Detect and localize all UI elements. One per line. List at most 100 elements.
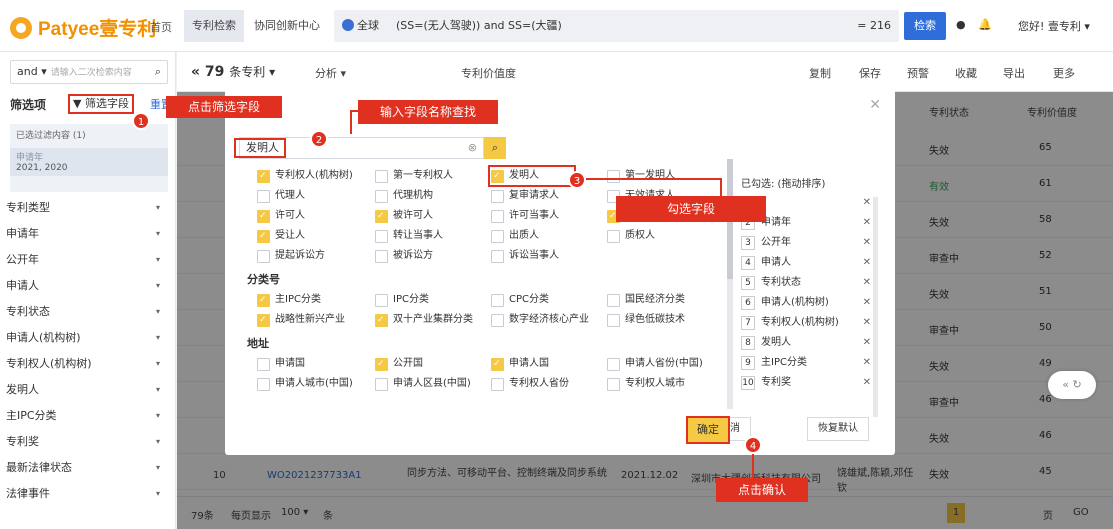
copy-button[interactable]: 复制 bbox=[809, 65, 831, 81]
reset-default-button[interactable]: 恢复默认 bbox=[807, 417, 869, 441]
filter-item[interactable]: 专利状态 ▾ bbox=[0, 299, 172, 325]
selected-scrollbar[interactable] bbox=[873, 197, 878, 417]
bell-icon[interactable]: 🔔 bbox=[978, 18, 992, 32]
field-checkbox[interactable]: 申请人国 bbox=[491, 355, 549, 373]
remove-icon[interactable]: ✕ bbox=[863, 253, 871, 273]
selected-field[interactable]: 10 专利奖 ✕ bbox=[741, 373, 871, 393]
filter-tag[interactable]: 申请年 2021, 2020 bbox=[10, 148, 168, 176]
field-checkbox[interactable]: 第一专利权人 bbox=[375, 167, 453, 185]
field-checkbox[interactable]: CPC分类 bbox=[491, 291, 549, 309]
field-checkbox[interactable]: 诉讼当事人 bbox=[491, 247, 559, 265]
selected-field[interactable]: 7 专利权人(机构树) ✕ bbox=[741, 313, 871, 333]
field-checkbox[interactable]: 提起诉讼方 bbox=[257, 247, 325, 265]
field-checkbox[interactable]: 战略性新兴产业 bbox=[257, 311, 345, 329]
filter-item[interactable]: 公开年 ▾ bbox=[0, 247, 172, 273]
more-button[interactable]: 更多 bbox=[1053, 65, 1075, 81]
field-checkbox[interactable]: 申请人省份(中国) bbox=[607, 355, 703, 373]
field-checkbox[interactable]: 申请人城市(中国) bbox=[257, 375, 353, 393]
tab-patent-search[interactable]: 专利检索 bbox=[184, 10, 244, 42]
callout-2: 输入字段名称查找 bbox=[358, 100, 498, 124]
field-checkbox[interactable]: 出质人 bbox=[491, 227, 539, 245]
selected-field[interactable]: 6 申请人(机构树) ✕ bbox=[741, 293, 871, 313]
filter-item[interactable]: 专利奖 ▾ bbox=[0, 429, 172, 455]
field-checkbox[interactable]: 受让人 bbox=[257, 227, 305, 245]
field-checkbox[interactable]: 专利权人(机构树) bbox=[257, 167, 353, 185]
search-box[interactable]: 全球 (SS=(无人驾驶)) and SS=(大疆) = 216 bbox=[334, 10, 899, 42]
result-toolbar: « 79 条专利 ▾ 分析 ▾ 专利价值度 复制 保存 预警 收藏 导出 更多 bbox=[177, 52, 1113, 92]
clear-icon[interactable]: ⊗ bbox=[468, 138, 477, 158]
field-checkbox[interactable]: 绿色低碳技术 bbox=[607, 311, 685, 329]
chevron-down-icon: ▾ bbox=[155, 281, 160, 290]
home-link[interactable]: 首页 bbox=[150, 19, 172, 35]
analysis-menu[interactable]: 分析 ▾ bbox=[315, 65, 346, 81]
export-button[interactable]: 导出 bbox=[1003, 65, 1025, 81]
value-sort-select[interactable]: 专利价值度 bbox=[461, 65, 516, 81]
field-checkbox[interactable]: IPC分类 bbox=[375, 291, 429, 309]
field-checkbox[interactable]: 质权人 bbox=[607, 227, 655, 245]
remove-icon[interactable]: ✕ bbox=[863, 373, 871, 393]
filter-item[interactable]: 最新法律状态 ▾ bbox=[0, 455, 172, 481]
selected-field[interactable]: 4 申请人 ✕ bbox=[741, 253, 871, 273]
field-checkbox[interactable]: 许可人 bbox=[257, 207, 305, 225]
user-menu[interactable]: 您好! 壹专利 ▾ bbox=[1018, 18, 1090, 34]
selected-field[interactable]: 8 发明人 ✕ bbox=[741, 333, 871, 353]
theme-icon[interactable]: ● bbox=[956, 18, 970, 32]
logo-icon bbox=[10, 16, 32, 39]
filter-item[interactable]: 专利类型 ▾ bbox=[0, 195, 172, 221]
filter-item[interactable]: 发明人 ▾ bbox=[0, 377, 172, 403]
remove-icon[interactable]: ✕ bbox=[863, 213, 871, 233]
result-count-main: « 79 条专利 ▾ bbox=[191, 64, 276, 80]
alert-button[interactable]: 预警 bbox=[907, 65, 929, 81]
field-checkbox[interactable]: 被许可人 bbox=[375, 207, 433, 225]
remove-icon[interactable]: ✕ bbox=[863, 273, 871, 293]
selected-field[interactable]: 9 主IPC分类 ✕ bbox=[741, 353, 871, 373]
field-checkbox[interactable]: 专利权人城市 bbox=[607, 375, 685, 393]
field-checkbox[interactable]: 双十产业集群分类 bbox=[375, 311, 473, 329]
chevron-down-icon: ▾ bbox=[155, 437, 160, 446]
remove-icon[interactable]: ✕ bbox=[863, 193, 871, 213]
field-checkbox[interactable]: 代理人 bbox=[257, 187, 305, 205]
tab-collab-center[interactable]: 协同创新中心 bbox=[246, 10, 328, 42]
filter-item[interactable]: 申请人 ▾ bbox=[0, 273, 172, 299]
remove-icon[interactable]: ✕ bbox=[863, 293, 871, 313]
field-checkbox[interactable]: 转让当事人 bbox=[375, 227, 443, 245]
field-checkbox[interactable]: 被诉讼方 bbox=[375, 247, 433, 265]
collapse-float-button[interactable]: « ↻ bbox=[1048, 371, 1096, 399]
filter-fields-button[interactable]: ▼ 筛选字段 bbox=[68, 94, 134, 114]
search-button[interactable]: 检索 bbox=[904, 12, 946, 40]
remove-icon[interactable]: ✕ bbox=[863, 313, 871, 333]
field-checkbox[interactable]: 代理机构 bbox=[375, 187, 433, 205]
filter-item[interactable]: 申请人(机构树) ▾ bbox=[0, 325, 172, 351]
remove-icon[interactable]: ✕ bbox=[863, 353, 871, 373]
field-checkbox[interactable]: 公开国 bbox=[375, 355, 423, 373]
globe-icon bbox=[342, 19, 354, 31]
save-button[interactable]: 保存 bbox=[859, 65, 881, 81]
close-icon[interactable]: ✕ bbox=[869, 97, 881, 113]
confirm-button[interactable]: 确定 bbox=[686, 416, 730, 444]
search-icon[interactable]: ⌕ bbox=[155, 61, 161, 83]
secondary-search[interactable]: and ▾ 请输入二次检索内容 ⌕ bbox=[10, 60, 168, 84]
remove-icon[interactable]: ✕ bbox=[863, 333, 871, 353]
field-checkbox[interactable]: 专利权人省份 bbox=[491, 375, 569, 393]
field-checkbox[interactable]: 申请人区县(中国) bbox=[375, 375, 471, 393]
chevron-down-icon: ▾ bbox=[155, 203, 160, 212]
field-checkbox[interactable]: 国民经济分类 bbox=[607, 291, 685, 309]
logo[interactable]: Patyee壹专利 bbox=[10, 14, 156, 41]
filter-item[interactable]: 主IPC分类 ▾ bbox=[0, 403, 172, 429]
search-query[interactable]: (SS=(无人驾驶)) and SS=(大疆) bbox=[396, 10, 562, 42]
selected-field[interactable]: 5 专利状态 ✕ bbox=[741, 273, 871, 293]
field-checkbox[interactable]: 许可当事人 bbox=[491, 207, 559, 225]
field-checkbox[interactable]: 第一发明人 bbox=[607, 167, 675, 185]
filter-item[interactable]: 申请年 ▾ bbox=[0, 221, 172, 247]
field-checkbox[interactable]: 数字经济核心产业 bbox=[491, 311, 589, 329]
field-checkbox[interactable]: 主IPC分类 bbox=[257, 291, 321, 309]
filter-item[interactable]: 专利权人(机构树) ▾ bbox=[0, 351, 172, 377]
selected-field[interactable]: 3 公开年 ✕ bbox=[741, 233, 871, 253]
search-icon[interactable]: ⌕ bbox=[484, 137, 506, 159]
filter-item[interactable]: 法律事件 ▾ bbox=[0, 481, 172, 507]
favorite-button[interactable]: 收藏 bbox=[955, 65, 977, 81]
field-checkbox[interactable]: 复审请求人 bbox=[491, 187, 559, 205]
field-checkbox[interactable]: 申请国 bbox=[257, 355, 305, 373]
scope-selector[interactable]: 全球 bbox=[342, 10, 379, 42]
remove-icon[interactable]: ✕ bbox=[863, 233, 871, 253]
